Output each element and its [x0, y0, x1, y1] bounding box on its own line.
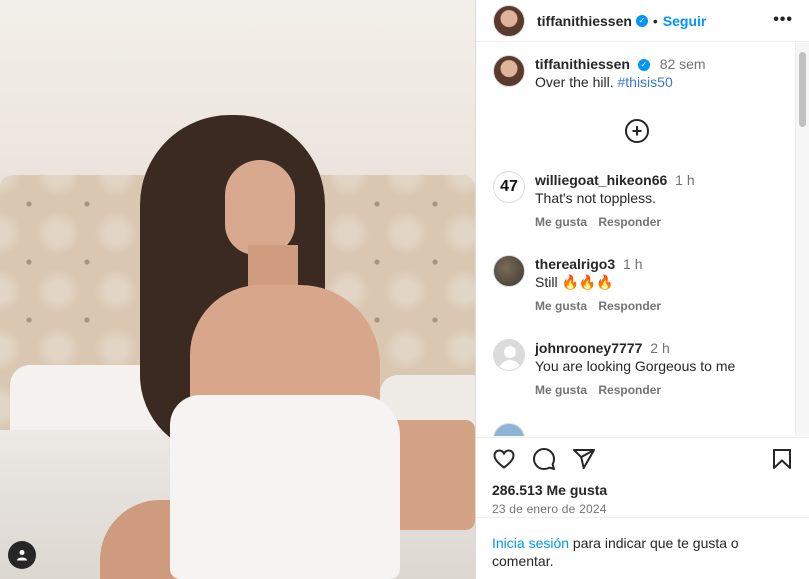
- comment-body: therealrigo3 1 h Still 🔥🔥🔥 Me gusta Resp…: [535, 255, 669, 315]
- caption-avatar[interactable]: [493, 55, 525, 87]
- action-icons-row: [492, 442, 794, 476]
- comment-body: johnrooney7777 2 h You are looking Gorge…: [535, 339, 735, 399]
- bookmark-icon[interactable]: [770, 447, 794, 471]
- comment-actions: Me gusta Responder: [535, 381, 735, 399]
- login-link[interactable]: Inicia sesión: [492, 535, 569, 551]
- comment-item-partial: [493, 423, 525, 436]
- comment-reply-button[interactable]: Responder: [598, 299, 661, 313]
- share-icon[interactable]: [572, 447, 596, 471]
- header-user-block: tiffanithiessen ✓ • Seguir: [537, 13, 706, 29]
- likes-count[interactable]: 286.513 Me gusta: [492, 482, 794, 498]
- image-sheet: [170, 395, 400, 579]
- comment-text: That's not toppless.: [535, 190, 656, 206]
- comment-actions: Me gusta Responder: [535, 297, 669, 315]
- user-tag-button[interactable]: [8, 541, 36, 569]
- comment-reply-button[interactable]: Responder: [598, 215, 661, 229]
- comment-reply-button[interactable]: Responder: [598, 383, 661, 397]
- author-avatar[interactable]: [493, 4, 525, 37]
- post-caption: tiffanithiessen ✓ 82 sem Over the hill. …: [476, 43, 796, 91]
- comment-body: williegoat_hikeon66 1 h That's not toppl…: [535, 171, 695, 231]
- user-icon: [17, 550, 27, 561]
- post-header: tiffanithiessen ✓ • Seguir •••: [476, 0, 809, 42]
- post-date[interactable]: 23 de enero de 2024: [492, 502, 794, 516]
- post-side-panel: tiffanithiessen ✓ • Seguir ••• tiffanith…: [475, 0, 809, 579]
- post-image[interactable]: [0, 0, 475, 579]
- caption-text: Over the hill.: [535, 74, 614, 90]
- heart-icon[interactable]: [492, 447, 516, 471]
- scrollbar-thumb[interactable]: [799, 52, 806, 127]
- caption-hashtag[interactable]: #thisis50: [617, 74, 672, 90]
- comment-text: Still 🔥🔥🔥: [535, 274, 614, 290]
- verified-badge-icon: ✓: [637, 59, 650, 72]
- post-actions: 286.513 Me gusta 23 de enero de 2024: [476, 437, 809, 516]
- comments-scrollbar[interactable]: [795, 43, 809, 436]
- comment-text: You are looking Gorgeous to me: [535, 358, 736, 374]
- comment-avatar[interactable]: [493, 255, 525, 287]
- follow-button[interactable]: Seguir: [663, 13, 707, 29]
- comment-avatar[interactable]: 47: [493, 171, 525, 203]
- comment-like-button[interactable]: Me gusta: [535, 299, 587, 313]
- header-separator: •: [652, 12, 658, 29]
- comment-time[interactable]: 1 h: [623, 256, 642, 272]
- avatar-text: 47: [500, 178, 518, 195]
- comment-username[interactable]: johnrooney7777: [535, 340, 642, 356]
- caption-text-block: tiffanithiessen ✓ 82 sem Over the hill. …: [535, 55, 706, 91]
- comment-time[interactable]: 1 h: [675, 172, 694, 188]
- comment-like-button[interactable]: Me gusta: [535, 383, 587, 397]
- comment-avatar[interactable]: [493, 339, 525, 371]
- comment-item: johnrooney7777 2 h You are looking Gorge…: [493, 339, 735, 399]
- plus-circle-icon[interactable]: +: [625, 119, 649, 143]
- comment-time[interactable]: 2 h: [650, 340, 669, 356]
- caption-username[interactable]: tiffanithiessen: [535, 56, 630, 72]
- author-username[interactable]: tiffanithiessen: [537, 13, 632, 29]
- login-prompt: Inicia sesión para indicar que te gusta …: [476, 517, 809, 579]
- comment-item: therealrigo3 1 h Still 🔥🔥🔥 Me gusta Resp…: [493, 255, 669, 315]
- comment-item: 47 williegoat_hikeon66 1 h That's not to…: [493, 171, 695, 231]
- comment-actions: Me gusta Responder: [535, 213, 695, 231]
- comment-avatar[interactable]: [493, 423, 525, 436]
- image-face: [225, 160, 295, 255]
- comment-username[interactable]: therealrigo3: [535, 256, 615, 272]
- comments-list[interactable]: tiffanithiessen ✓ 82 sem Over the hill. …: [476, 43, 796, 436]
- comment-username[interactable]: williegoat_hikeon66: [535, 172, 667, 188]
- verified-badge-icon: ✓: [635, 14, 648, 27]
- caption-time[interactable]: 82 sem: [660, 56, 706, 72]
- comment-like-button[interactable]: Me gusta: [535, 215, 587, 229]
- comment-icon[interactable]: [532, 447, 556, 471]
- more-options-icon[interactable]: •••: [773, 11, 793, 29]
